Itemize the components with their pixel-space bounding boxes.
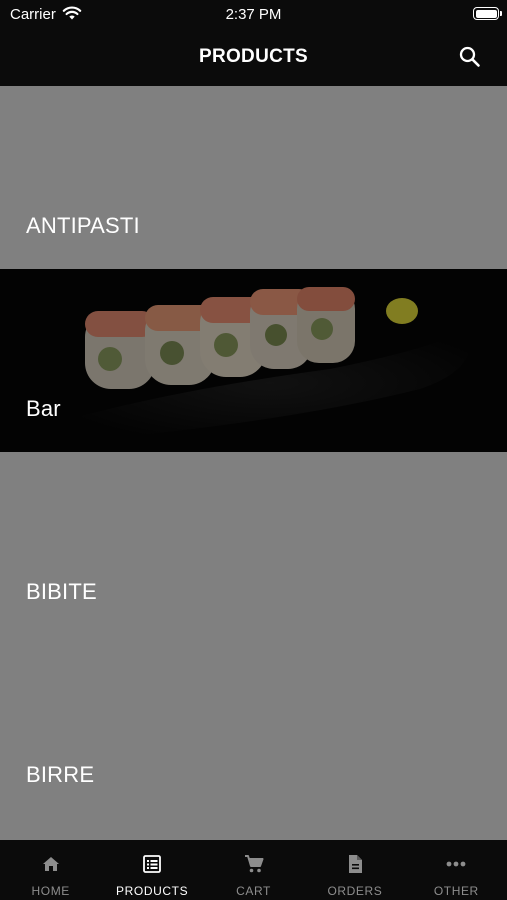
- cart-icon: [243, 853, 265, 875]
- tab-label: OTHER: [433, 884, 479, 898]
- tab-home[interactable]: HOME: [0, 840, 101, 900]
- category-label: ANTIPASTI: [26, 213, 140, 238]
- tab-products[interactable]: PRODUCTS: [101, 840, 202, 900]
- category-label: Bar: [26, 396, 61, 421]
- category-list[interactable]: ANTIPASTI Bar BIBITE BIRRE: [0, 86, 507, 840]
- page-title: PRODUCTS: [198, 46, 308, 67]
- home-icon: [40, 853, 62, 875]
- tab-label: ORDERS: [327, 884, 383, 898]
- tab-label: PRODUCTS: [116, 884, 189, 898]
- category-tile-bibite[interactable]: BIBITE: [0, 452, 507, 635]
- navigation-bar: PRODUCTS: [0, 30, 507, 86]
- search-icon[interactable]: [457, 44, 483, 70]
- list-icon: [141, 853, 163, 875]
- battery-icon: [473, 7, 502, 20]
- tab-other[interactable]: OTHER: [406, 840, 507, 900]
- sushi-roll-photo: [0, 269, 507, 452]
- tab-label: CART: [236, 884, 271, 898]
- category-tile-bar[interactable]: Bar: [0, 269, 507, 452]
- category-label: BIRRE: [26, 762, 95, 787]
- tab-cart[interactable]: CART: [203, 840, 304, 900]
- category-label: BIBITE: [26, 579, 97, 604]
- document-icon: [344, 853, 366, 875]
- tab-bar: HOME PRODUCTS CART ORDERS OTHER: [0, 840, 507, 900]
- category-tile-birre[interactable]: BIRRE: [0, 635, 507, 818]
- status-bar: Carrier 2:37 PM: [0, 0, 507, 30]
- tab-orders[interactable]: ORDERS: [304, 840, 405, 900]
- tab-label: HOME: [31, 884, 70, 898]
- more-icon: [445, 853, 467, 875]
- status-time: 2:37 PM: [225, 6, 282, 23]
- category-tile-antipasti[interactable]: ANTIPASTI: [0, 86, 507, 269]
